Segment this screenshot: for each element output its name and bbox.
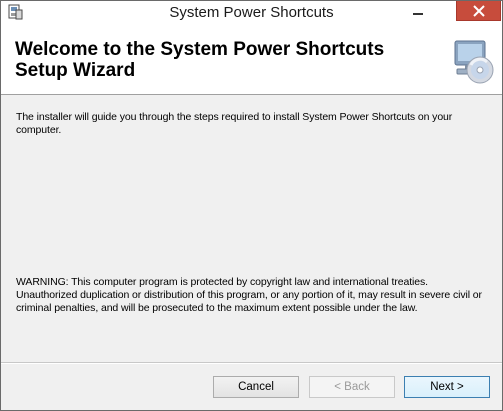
next-button[interactable]: Next > <box>404 376 490 398</box>
minimize-button[interactable] <box>406 1 430 21</box>
wizard-title: Welcome to the System Power Shortcuts Se… <box>15 39 385 81</box>
close-button[interactable] <box>456 1 501 21</box>
copyright-warning-text: WARNING: This computer program is protec… <box>16 276 482 314</box>
cancel-button[interactable]: Cancel <box>213 376 299 398</box>
footer-divider <box>1 362 502 364</box>
minimize-icon <box>413 13 423 15</box>
wizard-header: Welcome to the System Power Shortcuts Se… <box>1 25 502 95</box>
computer-cd-icon <box>454 40 494 84</box>
intro-text: The installer will guide you through the… <box>16 111 453 136</box>
back-button[interactable]: < Back <box>309 376 395 398</box>
title-bar[interactable]: System Power Shortcuts <box>1 1 502 25</box>
setup-window: System Power Shortcuts Welcome to the Sy… <box>0 0 503 411</box>
close-icon <box>472 4 485 17</box>
